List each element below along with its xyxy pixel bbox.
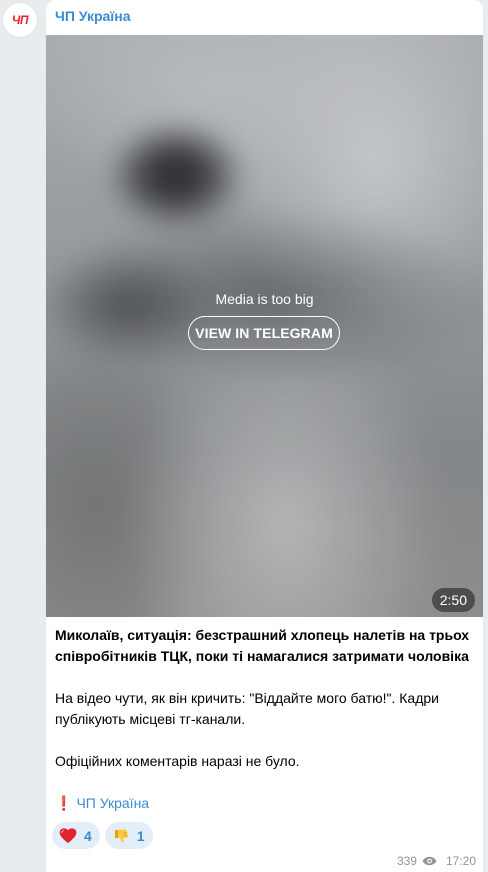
post-headline: Миколаїв, ситуація: безстрашний хлопець … bbox=[55, 627, 470, 664]
channel-avatar-text: ЧП bbox=[11, 13, 29, 27]
message-bubble: ЧП Україна Media is too big VIEW IN TELE… bbox=[46, 0, 483, 872]
video-duration-badge: 2:50 bbox=[431, 588, 475, 612]
thumbs-down-icon bbox=[114, 829, 128, 842]
ukraine-flag-icon bbox=[155, 798, 171, 809]
channel-link[interactable]: ЧП Україна bbox=[76, 793, 149, 814]
eye-icon bbox=[422, 856, 437, 866]
reaction-count: 4 bbox=[84, 827, 92, 844]
post-paragraph: Офіційних коментарів наразі не було. bbox=[55, 753, 300, 769]
message-time: 17:20 bbox=[445, 854, 476, 868]
views-count: 339 bbox=[396, 854, 417, 868]
media-too-big-label: Media is too big bbox=[215, 291, 314, 307]
post-text: Миколаїв, ситуація: безстрашний хлопець … bbox=[55, 625, 475, 814]
exclamation-icon: ❗ bbox=[55, 795, 73, 811]
reaction-heart[interactable]: 4 bbox=[52, 822, 100, 849]
reaction-count: 1 bbox=[136, 827, 145, 844]
channel-name[interactable]: ЧП Україна bbox=[55, 8, 131, 24]
post-paragraph: На відео чути, як він кричить: "Віддайте… bbox=[55, 690, 439, 727]
view-in-telegram-button[interactable]: VIEW IN TELEGRAM bbox=[188, 316, 340, 350]
reactions-bar: 4 1 bbox=[52, 822, 153, 849]
reaction-thumbs-down[interactable]: 1 bbox=[104, 822, 153, 849]
video-preview[interactable]: Media is too big VIEW IN TELEGRAM 2:50 bbox=[46, 35, 483, 617]
heart-icon bbox=[59, 827, 77, 843]
message-meta: 339 17:20 bbox=[397, 854, 476, 868]
post-signature: ❗ ЧП Україна bbox=[55, 793, 475, 814]
channel-avatar[interactable]: ЧП bbox=[2, 2, 38, 38]
